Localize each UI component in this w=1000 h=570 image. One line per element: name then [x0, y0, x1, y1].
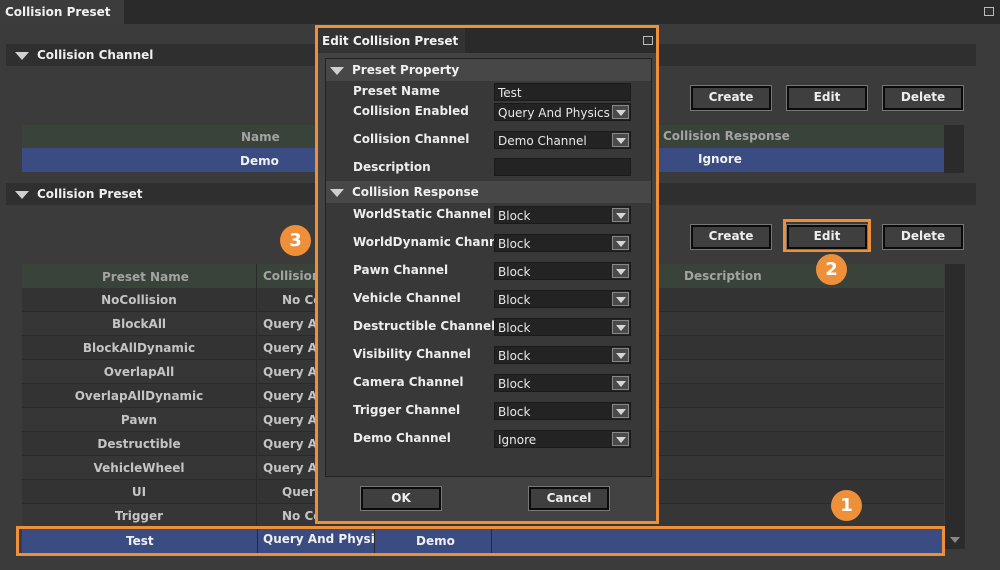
- row-collision: Query An: [256, 360, 316, 383]
- row-collision: Query And Physics: [257, 529, 374, 553]
- response-label: Demo Channel: [353, 431, 451, 445]
- row-collision: No Co: [256, 504, 316, 527]
- step-badge-1: 1: [831, 490, 862, 521]
- dock-icon[interactable]: [643, 36, 653, 45]
- chevron-down-icon[interactable]: [612, 348, 629, 362]
- collapse-triangle-icon: [15, 52, 29, 60]
- edit-collision-preset-dialog: Edit Collision Preset Preset Property Pr…: [315, 25, 659, 524]
- chevron-down-icon[interactable]: [612, 264, 629, 278]
- preset-create-button[interactable]: Create: [690, 224, 772, 250]
- collapse-triangle-icon: [330, 67, 344, 75]
- row-collision: Query: [256, 480, 316, 503]
- collapse-triangle-icon: [15, 191, 29, 199]
- channel-edit-button[interactable]: Edit: [786, 85, 868, 111]
- collision-channel-dropdown[interactable]: Demo Channel: [494, 131, 631, 149]
- dropdown-value: Block: [498, 209, 531, 223]
- response-dropdown[interactable]: Block: [494, 206, 631, 224]
- pin-icon[interactable]: [984, 7, 994, 16]
- chevron-down-icon[interactable]: [612, 292, 629, 306]
- row-collision: Query An: [256, 384, 316, 407]
- collision-enabled-dropdown[interactable]: Query And Physics: [494, 103, 631, 121]
- collision-response-header[interactable]: Collision Response: [326, 181, 651, 203]
- response-label: Visibility Channel: [353, 347, 471, 361]
- row-name: Demo: [240, 154, 279, 168]
- preset-delete-button[interactable]: Delete: [882, 224, 964, 250]
- preset-name-field[interactable]: Test: [494, 83, 631, 101]
- chevron-down-icon[interactable]: [612, 208, 629, 222]
- preset-property-header[interactable]: Preset Property: [326, 59, 651, 81]
- chevron-down-icon[interactable]: [612, 376, 629, 390]
- response-label: Destructible Channel: [353, 319, 496, 333]
- column-divider: [491, 529, 492, 553]
- preset-scrollbar[interactable]: [945, 264, 965, 549]
- chevron-down-icon[interactable]: [612, 236, 629, 250]
- response-dropdown[interactable]: Block: [494, 318, 631, 336]
- chevron-down-icon[interactable]: [612, 404, 629, 418]
- row-collision: Query An: [256, 312, 316, 335]
- response-dropdown[interactable]: Block: [494, 402, 631, 420]
- step-badge-3: 3: [280, 225, 311, 256]
- dropdown-value: Block: [498, 265, 531, 279]
- dropdown-value: Block: [498, 349, 531, 363]
- dropdown-value: Block: [498, 237, 531, 251]
- description-field[interactable]: [494, 158, 631, 176]
- response-dropdown[interactable]: Block: [494, 374, 631, 392]
- response-label: Pawn Channel: [353, 263, 449, 277]
- response-dropdown[interactable]: Block: [494, 262, 631, 280]
- chevron-down-icon[interactable]: [612, 320, 629, 334]
- row-collision: Query An: [256, 456, 316, 479]
- response-label: Vehicle Channel: [353, 291, 461, 305]
- dropdown-value: Block: [498, 293, 531, 307]
- preset-edit-button[interactable]: Edit: [786, 224, 868, 250]
- step-badge-2: 2: [816, 254, 847, 285]
- collision-enabled-label: Collision Enabled: [353, 104, 469, 118]
- channel-create-button[interactable]: Create: [690, 85, 772, 111]
- table-row-selected[interactable]: Test Query And Physics Demo: [22, 529, 942, 553]
- channel-scrollbar[interactable]: [944, 125, 964, 173]
- row-collision: Query An: [256, 408, 316, 431]
- cancel-button[interactable]: Cancel: [528, 486, 610, 511]
- response-dropdown[interactable]: Block: [494, 290, 631, 308]
- response-dropdown[interactable]: Block: [494, 346, 631, 364]
- dialog-title[interactable]: Edit Collision Preset: [318, 28, 465, 53]
- collision-channel-label: Collision Channel: [353, 132, 470, 146]
- response-label: Camera Channel: [353, 375, 464, 389]
- tab-collision-preset[interactable]: Collision Preset: [0, 0, 124, 24]
- section-title: Collision Preset: [37, 187, 143, 201]
- row-name: Test: [126, 534, 154, 548]
- chevron-down-icon[interactable]: [612, 432, 629, 446]
- dropdown-value: Block: [498, 377, 531, 391]
- section-title: Collision Channel: [37, 48, 154, 62]
- chevron-down-icon[interactable]: [612, 133, 629, 147]
- row-collision: Query An: [256, 432, 316, 455]
- dialog-content: Preset Property Preset Name Test Collisi…: [325, 58, 652, 477]
- dropdown-value: Demo Channel: [498, 134, 587, 148]
- scroll-down-icon[interactable]: [950, 537, 960, 543]
- response-label: WorldDynamic Channel: [353, 235, 510, 249]
- tab-bar: [0, 0, 1000, 24]
- preset-name-label: Preset Name: [353, 84, 440, 98]
- section-title: Collision Response: [352, 185, 479, 199]
- response-dropdown[interactable]: Ignore: [494, 430, 631, 448]
- channel-delete-button[interactable]: Delete: [882, 85, 964, 111]
- ok-button[interactable]: OK: [360, 486, 442, 511]
- dropdown-value: Ignore: [498, 433, 537, 447]
- description-label: Description: [353, 160, 431, 174]
- dropdown-value: Block: [498, 405, 531, 419]
- collapse-triangle-icon: [330, 189, 344, 197]
- chevron-down-icon[interactable]: [612, 105, 629, 119]
- dropdown-value: Block: [498, 321, 531, 335]
- row-channel: Demo: [374, 529, 491, 553]
- section-title: Preset Property: [352, 63, 460, 77]
- dialog-title-bar[interactable]: [465, 28, 656, 53]
- column-collision[interactable]: Collision: [256, 264, 315, 288]
- response-label: Trigger Channel: [353, 403, 461, 417]
- dropdown-value: Query And Physics: [498, 106, 610, 120]
- row-response: Ignore: [698, 152, 742, 166]
- row-collision: Query An: [256, 336, 316, 359]
- response-label: WorldStatic Channel: [353, 207, 492, 221]
- response-dropdown[interactable]: Block: [494, 234, 631, 252]
- row-collision: No Co: [256, 288, 316, 311]
